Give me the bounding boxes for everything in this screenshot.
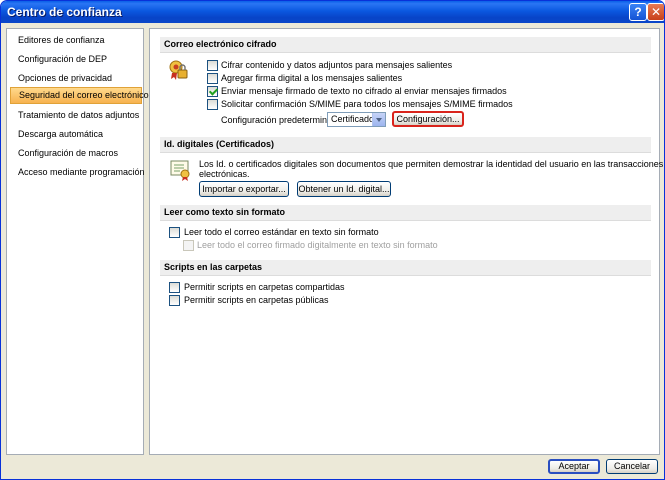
window-title: Centro de confianza: [7, 5, 122, 19]
sidebar-item-macro-settings[interactable]: Configuración de macros: [10, 146, 142, 163]
trust-center-dialog: Centro de confianza ? ✕ Editores de conf…: [0, 0, 665, 480]
get-digital-id-button[interactable]: Obtener un Id. digital...: [297, 181, 391, 197]
allow-scripts-public-checkbox[interactable]: [169, 295, 180, 306]
request-smime-receipt-label: Solicitar confirmación S/MIME para todos…: [221, 99, 513, 109]
read-signed-plain-text-checkbox[interactable]: [183, 240, 194, 251]
help-button[interactable]: ?: [629, 3, 647, 21]
sidebar-item-attachment-handling[interactable]: Tratamiento de datos adjuntos: [10, 108, 142, 125]
ok-button[interactable]: Aceptar: [548, 459, 600, 474]
sidebar-item-programmatic-access[interactable]: Acceso mediante programación: [10, 165, 145, 182]
close-button[interactable]: ✕: [647, 3, 664, 21]
section-heading-digital-ids: Id. digitales (Certificados): [160, 137, 651, 153]
send-cleartext-signed-checkbox[interactable]: [207, 86, 218, 97]
title-bar: Centro de confianza ? ✕: [1, 1, 664, 23]
read-signed-plain-text-label: Leer todo el correo firmado digitalmente…: [197, 240, 438, 250]
send-cleartext-signed-label: Enviar mensaje firmado de texto no cifra…: [221, 86, 507, 96]
configuration-button[interactable]: Configuración...: [392, 111, 464, 127]
add-digital-signature-checkbox[interactable]: [207, 73, 218, 84]
read-all-plain-text-checkbox[interactable]: [169, 227, 180, 238]
chevron-down-icon: [372, 113, 385, 126]
default-config-select[interactable]: Certificado: [327, 112, 386, 127]
section-heading-scripts: Scripts en las carpetas: [160, 260, 651, 276]
lock-certificate-icon: [169, 60, 188, 80]
sidebar-item-privacy-options[interactable]: Opciones de privacidad: [10, 71, 142, 88]
import-export-button[interactable]: Importar o exportar...: [199, 181, 289, 197]
certificate-icon: [170, 160, 190, 181]
cancel-button[interactable]: Cancelar: [606, 459, 658, 474]
sidebar-item-email-security[interactable]: Seguridad del correo electrónico: [10, 87, 149, 104]
digital-id-description-line1: Los Id. o certificados digitales son doc…: [199, 159, 664, 169]
sidebar-item-trusted-publishers[interactable]: Editores de confianza: [10, 33, 142, 50]
allow-scripts-public-label: Permitir scripts en carpetas públicas: [184, 295, 329, 305]
digital-id-description-line2: electrónicas.: [199, 169, 250, 179]
read-all-plain-text-label: Leer todo el correo estándar en texto si…: [184, 227, 379, 237]
request-smime-receipt-checkbox[interactable]: [207, 99, 218, 110]
sidebar-item-automatic-download[interactable]: Descarga automática: [10, 127, 142, 144]
sidebar-item-dep-settings[interactable]: Configuración de DEP: [10, 52, 142, 69]
default-config-value: Certificado: [331, 114, 375, 124]
section-heading-plain-text: Leer como texto sin formato: [160, 205, 651, 221]
main-panel: Correo electrónico cifrado Cifrar conten…: [149, 28, 664, 455]
add-digital-signature-label: Agregar firma digital a los mensajes sal…: [221, 73, 403, 83]
allow-scripts-shared-checkbox[interactable]: [169, 282, 180, 293]
section-heading-encrypted-mail: Correo electrónico cifrado: [160, 37, 651, 53]
allow-scripts-shared-label: Permitir scripts en carpetas compartidas: [184, 282, 345, 292]
encrypt-contents-label: Cifrar contenido y datos adjuntos para m…: [221, 60, 453, 70]
encrypt-contents-checkbox[interactable]: [207, 60, 218, 71]
sidebar: Editores de confianza Configuración de D…: [6, 28, 149, 455]
